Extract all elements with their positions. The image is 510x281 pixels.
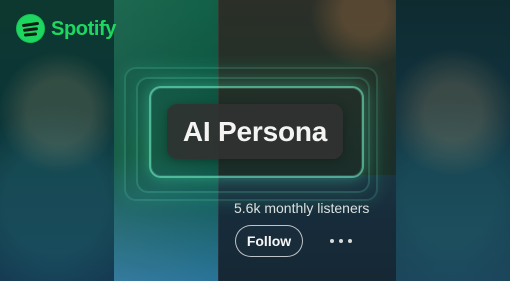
artist-name-card: AI Persona [167, 104, 343, 159]
right-blurred-background [396, 0, 510, 281]
monthly-listeners-text: 5.6k monthly listeners [234, 200, 370, 216]
spotify-wordmark: Spotify [51, 17, 116, 40]
dot-icon [330, 239, 334, 243]
dot-icon [348, 239, 352, 243]
artist-profile-screen: Spotify AI Persona 5.6k monthly listener… [0, 0, 510, 281]
spotify-logo: Spotify [16, 14, 116, 43]
spotify-logo-icon [16, 14, 45, 43]
follow-button[interactable]: Follow [235, 225, 303, 257]
more-options-button[interactable] [330, 236, 354, 246]
dot-icon [339, 239, 343, 243]
artist-name: AI Persona [182, 115, 328, 147]
